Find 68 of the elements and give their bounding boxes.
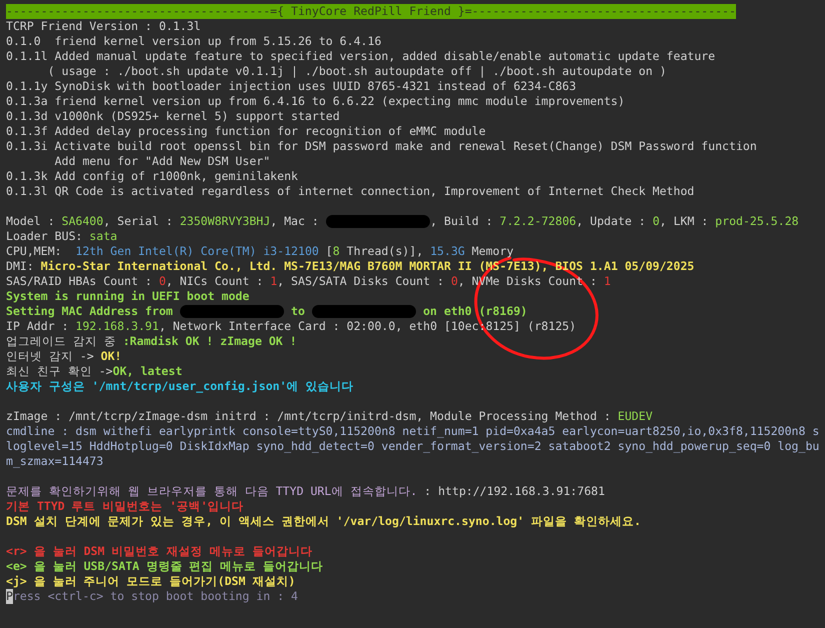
terminal-text: TCRP Friend Version : 0.1.3l — [6, 19, 201, 34]
terminal-text: 문제를 확인하기위해 웹 브라우저를 통해 다음 TTYD URL에 접속합니다. — [6, 484, 418, 499]
terminal-text: to — [290, 304, 306, 319]
terminal-text: zImage : /mnt/tcrp/zImage-dsm initrd : /mnt/tcrp/initrd-dsm, Module Processing Method : — [6, 409, 612, 424]
terminal-text: 인터넷 감지 -> — [6, 349, 95, 364]
terminal-text: 0.1.3l QR Code is activated regardless of internet connection, Improvement of Internet Check Method — [6, 184, 694, 199]
terminal-text: 12th Gen Intel(R) Core(TM) i3-12100 — [76, 244, 319, 259]
terminal-text: Memory — [470, 244, 514, 259]
terminal-text: DMI: — [6, 259, 35, 274]
terminal-text: , Build : — [430, 214, 494, 229]
terminal-text: 0.1.1l Added manual update feature to specified version, added disable/enable automatic update feature — [6, 49, 716, 64]
terminal-text: Model : — [6, 214, 56, 229]
terminal-text: prod-25.5.28 — [715, 214, 799, 229]
terminal-text: 최신 친구 확인 -> — [6, 364, 113, 379]
terminal-text: 0.1.3i Activate build root openssl bin for DSM password make and renewal Reset(Change) DSM Password function — [6, 139, 757, 154]
terminal-text: 0.1.1y SynoDisk with bootloader injection uses UUID 8765-4321 instead of 6234-C863 — [6, 79, 576, 94]
terminal-text: on eth0 (r8169) — [422, 304, 528, 319]
terminal-text: , Update : — [576, 214, 647, 229]
terminal-text: 7.2.2-72806 — [500, 214, 576, 229]
terminal-text: SAS/RAID HBAs Count : — [6, 274, 153, 289]
terminal-text: Add menu for "Add New DSM User" — [54, 154, 270, 169]
terminal-text: , NICs Count : — [166, 274, 264, 289]
text-cursor: P — [6, 589, 13, 604]
terminal-text: SA6400 — [62, 214, 104, 229]
terminal-text: <j> 을 눌러 주니어 모드로 들어가기(DSM 재설치) — [6, 574, 296, 589]
terminal-text: :Ramdisk OK ! zImage OK ! — [122, 334, 297, 349]
terminal-text: 0 — [158, 274, 166, 289]
terminal-text: 192.168.3.91 — [76, 319, 159, 334]
title-banner: --------------------------------------={ TinyCore RedPill Friend }=-------------------------------------- — [6, 4, 736, 19]
terminal-text: cmdline : dsm withefi earlyprintk console=ttyS0,115200n8 netif_num=1 pid=0xa4a5 earlycon=uart8250,io,0x3f8,115200n8 s — [6, 424, 820, 439]
terminal-text: loglevel=15 HddHotplug=0 DiskIdxMap syno_hdd_detect=0 vender_format_version=2 sataboot2 syno_hdd_powerup_seq=0 log_bu — [6, 439, 820, 454]
terminal-text: 1 — [604, 274, 611, 289]
terminal-text: ress <ctrl-c> to stop boot booting in : 4 — [12, 589, 298, 604]
terminal-text: Setting MAC Address from — [6, 304, 174, 319]
terminal-text: Thread(s)], — [346, 244, 424, 259]
terminal-text: 0.1.0 friend kernel version up from 5.15.26 to 6.4.16 — [6, 34, 382, 49]
terminal-text: sata — [89, 229, 118, 244]
terminal-text: 0.1.3f Added delay processing function for recognition of eMMC module — [6, 124, 486, 139]
terminal-text: : http://192.168.3.91:7681 — [423, 484, 605, 499]
terminal-text: , Mac : — [270, 214, 320, 229]
terminal-text: IP Addr : — [6, 319, 70, 334]
terminal-text: 2350W8RVY3BHJ — [180, 214, 270, 229]
terminal-text: OK, latest — [112, 364, 182, 379]
terminal-text: ( usage : ./boot.sh update v0.1.1j | ./boot.sh autoupdate off | ./boot.sh autoupdate on ) — [46, 64, 666, 79]
terminal-text: 0 — [652, 214, 660, 229]
terminal-text: 0.1.3a friend kernel version up from 6.4.16 to 6.6.22 (expecting mmc module improvements) — [6, 94, 625, 109]
terminal-text: 0.1.3d v1000nk (DS925+ kernel 5) support started — [6, 109, 340, 124]
terminal-text: <r> 을 눌러 DSM 비밀번호 재설정 메뉴로 들어갑니다 — [6, 544, 312, 559]
terminal-text: , Serial : — [103, 214, 174, 229]
terminal-text: 업그레이드 감지 중 — [6, 334, 117, 349]
terminal-text: 0.1.3k Add config of r1000nk, geminilakenk — [6, 169, 298, 184]
terminal-text: EUDEV — [618, 409, 653, 424]
terminal-text: 기본 TTYD 루트 비밀번호는 '공백'입니다 — [6, 499, 244, 514]
terminal-text: 15.3G — [430, 244, 465, 259]
terminal-text: 0 — [450, 274, 458, 289]
terminal-text: DSM 설치 단계에 문제가 있는 경우, 이 액세스 권한에서 '/var/log/linuxrc.syno.log' 파일을 확인하세요. — [6, 514, 641, 529]
terminal-text: , LKM : — [660, 214, 710, 229]
terminal-text: 8 — [332, 244, 340, 259]
terminal-text: CPU,MEM: — [6, 244, 63, 259]
terminal-text: , SAS/SATA Disks Count : — [277, 274, 445, 289]
terminal-text: <e> 을 눌러 USB/SATA 명령줄 편집 메뉴로 들어갑니다 — [6, 559, 324, 574]
terminal-text: OK! — [100, 349, 122, 364]
terminal-text: System is running in UEFI boot mode — [6, 289, 250, 304]
terminal-text: m_szmax=114473 — [6, 454, 104, 469]
terminal-text: 사용자 구성은 '/mnt/tcrp/user_config.json'에 있습니다 — [6, 379, 354, 394]
terminal-text: Loader BUS: — [6, 229, 84, 244]
terminal-text: [ — [324, 244, 333, 259]
terminal-text: 1 — [270, 274, 278, 289]
